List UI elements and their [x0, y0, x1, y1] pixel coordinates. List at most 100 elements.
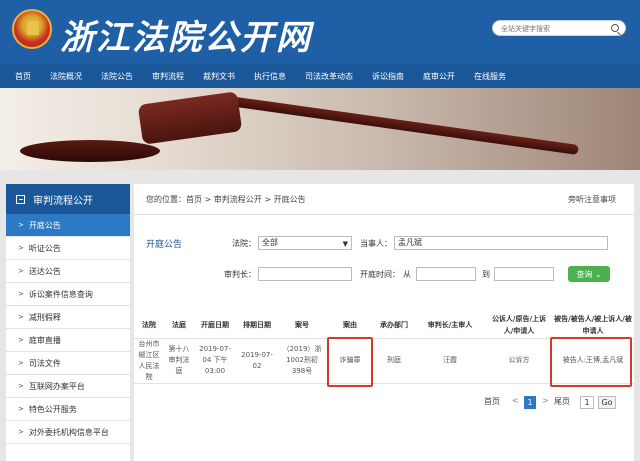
go-button[interactable]: Go: [598, 396, 616, 409]
nav-litigation-guide[interactable]: 诉讼指南: [365, 71, 411, 82]
arrow-icon: >: [18, 267, 24, 275]
gavel-banner: [0, 88, 640, 170]
col-header: 法院: [134, 312, 164, 339]
col-header: 法庭: [164, 312, 194, 339]
party-input[interactable]: 孟凡斌: [394, 236, 608, 250]
cell-hearing-date: 2019-07-04 下午03:00: [194, 338, 236, 384]
sidebar-item-live-trial[interactable]: > 庭审直播: [6, 329, 130, 352]
nav-trial-process[interactable]: 审判流程: [145, 71, 191, 82]
sidebar-header: 审判流程公开: [6, 184, 130, 214]
nav-court-notices[interactable]: 法院公告: [94, 71, 140, 82]
col-header: 公诉人/原告/上诉人/申请人: [486, 312, 552, 339]
arrow-icon: >: [18, 290, 24, 298]
sidebar-item-label: 对外委托机构信息平台: [28, 427, 109, 437]
last-page-link[interactable]: 尾页: [554, 396, 570, 407]
current-page[interactable]: 1: [524, 396, 536, 409]
sidebar-item-online-platform[interactable]: > 互联网办案平台: [6, 375, 130, 398]
chevron-down-icon: ▼: [342, 240, 348, 248]
query-button-label: 查询: [576, 269, 593, 279]
sidebar-item-agency-platform[interactable]: > 对外委托机构信息平台: [6, 421, 130, 444]
nav-online-service[interactable]: 在线服务: [467, 71, 513, 82]
nav-judicial-reform[interactable]: 司法改革动态: [298, 71, 360, 82]
nav-trial-open[interactable]: 庭审公开: [416, 71, 462, 82]
party-label: 当事人：: [360, 239, 392, 248]
court-select-value: 全部: [262, 238, 278, 247]
judge-input[interactable]: [258, 267, 352, 281]
col-header: 案号: [278, 312, 326, 339]
chevron-down-icon: ⌄: [594, 269, 602, 279]
sidebar-item-hearing-announce[interactable]: > 听证公告: [6, 237, 130, 260]
col-header: 案由: [326, 312, 374, 339]
judge-label: 审判长：: [224, 270, 256, 279]
sidebar-item-label: 减刑假释: [28, 312, 61, 322]
date-to-input[interactable]: [494, 267, 554, 281]
nav-judgments[interactable]: 裁判文书: [196, 71, 242, 82]
main-nav: 首页 法院概况 法院公告 审判流程 裁判文书 执行信息 司法改革动态 诉讼指南 …: [0, 64, 640, 88]
sidebar-item-label: 听证公告: [28, 243, 61, 253]
arrow-icon: >: [18, 221, 24, 229]
next-page-icon[interactable]: >: [542, 396, 549, 405]
arrow-icon: >: [18, 428, 24, 436]
sidebar-item-label: 庭审直播: [28, 335, 61, 345]
sidebar-item-special-service[interactable]: > 特色公开服务: [6, 398, 130, 421]
main-content: 您的位置：首页 > 审判流程公开 > 开庭公告 旁听注意事项 开庭公告 法院： …: [134, 184, 634, 461]
highlight-cause-box: [327, 337, 373, 387]
col-header: 开庭日期: [194, 312, 236, 339]
section-title: 开庭公告: [146, 240, 183, 250]
sidebar-item-hearing-notice[interactable]: > 开庭公告: [6, 214, 130, 237]
col-header: 被告/被告人/被上诉人/被申请人: [552, 312, 634, 339]
sidebar: 审判流程公开 > 开庭公告 > 听证公告 > 送达公告 > 诉讼案件信息查询 > 减刑假释…: [6, 184, 130, 461]
nav-enforcement[interactable]: 执行信息: [247, 71, 293, 82]
date-from-input[interactable]: [416, 267, 476, 281]
prev-page-icon[interactable]: <: [512, 396, 519, 405]
search-input[interactable]: [501, 23, 605, 35]
highlight-defendant-box: [550, 337, 632, 387]
site-header: 浙江法院公开网: [0, 0, 640, 64]
gavel-handle-image: [221, 94, 579, 156]
court-emblem-icon: [12, 9, 52, 49]
site-title: 浙江法院公开网: [60, 18, 312, 58]
col-header: 承办部门: [374, 312, 414, 339]
arrow-icon: >: [18, 313, 24, 321]
gavel-head-image: [137, 91, 243, 145]
nav-home[interactable]: 首页: [8, 71, 38, 82]
arrow-icon: >: [18, 336, 24, 344]
col-header: 排期日期: [236, 312, 278, 339]
breadcrumb: 您的位置：首页 > 审判流程公开 > 开庭公告: [146, 195, 306, 204]
sidebar-item-service-notice[interactable]: > 送达公告: [6, 260, 130, 283]
first-page-link[interactable]: 首页: [484, 396, 500, 407]
arrow-icon: >: [18, 359, 24, 367]
attendance-notice-link[interactable]: 旁听注意事项: [568, 194, 616, 205]
sidebar-title: 审判流程公开: [33, 195, 93, 207]
date-label: 开庭时间：: [360, 270, 400, 279]
cell-courtroom: 第十八审判法庭: [164, 338, 194, 384]
sidebar-item-case-query[interactable]: > 诉讼案件信息查询: [6, 283, 130, 306]
arrow-icon: >: [18, 244, 24, 252]
query-button[interactable]: 查询 ⌄: [568, 266, 610, 282]
cell-case-number: （2019）浙1002刑初398号: [278, 338, 326, 384]
court-select[interactable]: 全部 ▼: [258, 236, 352, 250]
sidebar-item-label: 开庭公告: [28, 220, 61, 230]
sidebar-item-commutation[interactable]: > 减刑假释: [6, 306, 130, 329]
sidebar-item-label: 互联网办案平台: [28, 381, 85, 391]
sidebar-item-label: 特色公开服务: [28, 404, 77, 414]
nav-court-overview[interactable]: 法院概况: [43, 71, 89, 82]
to-label: 到: [482, 270, 490, 279]
search-icon[interactable]: [611, 24, 619, 32]
arrow-icon: >: [18, 382, 24, 390]
cell-schedule-date: 2019-07-02: [236, 338, 278, 384]
cell-judge: 汪霞: [414, 338, 486, 384]
divider: [134, 214, 634, 215]
court-label: 法院：: [232, 239, 256, 248]
cell-prosecutor: 公诉方: [486, 338, 552, 384]
col-header: 审判长/主审人: [414, 312, 486, 339]
sidebar-item-label: 诉讼案件信息查询: [28, 289, 93, 299]
from-label: 从: [403, 270, 411, 279]
sidebar-item-label: 司法文件: [28, 358, 61, 368]
sidebar-item-label: 送达公告: [28, 266, 61, 276]
cell-department: 刑庭: [374, 338, 414, 384]
site-search[interactable]: [492, 20, 626, 36]
gavel-base-image: [20, 140, 160, 162]
sidebar-item-judicial-docs[interactable]: > 司法文件: [6, 352, 130, 375]
goto-page-input[interactable]: 1: [580, 396, 594, 409]
